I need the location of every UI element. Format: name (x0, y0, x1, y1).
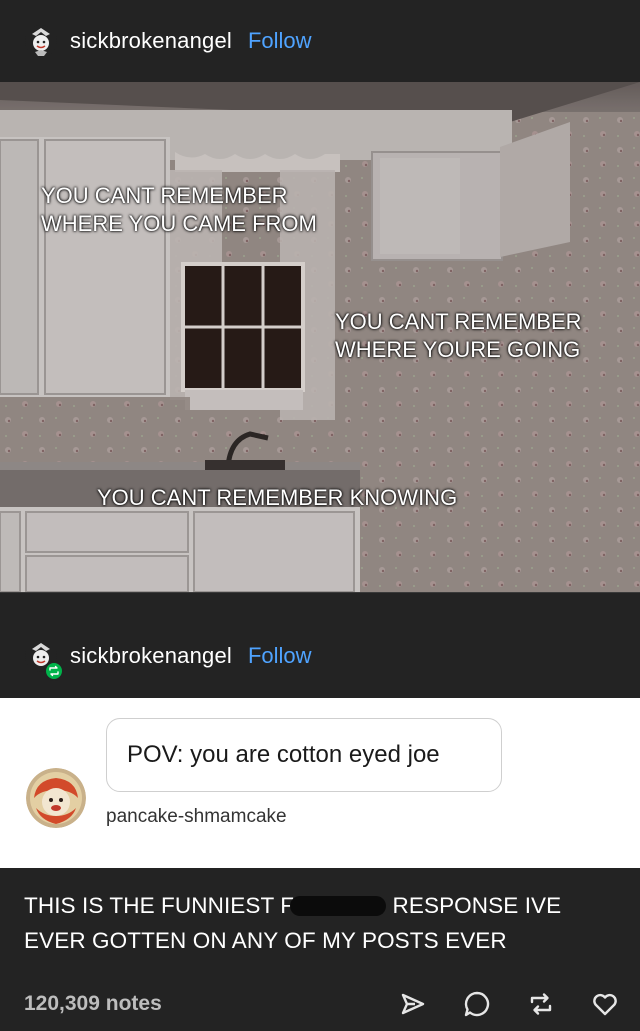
post-header: sickbrokenangel Follow (0, 0, 640, 82)
username[interactable]: sickbrokenangel (70, 643, 232, 669)
like-button[interactable] (590, 989, 620, 1019)
reblog-button[interactable] (526, 989, 556, 1019)
answer-line-1-start: THIS IS THE FUNNIEST F (24, 893, 295, 918)
post-image: YOU CANT REMEMBER WHERE YOU CAME FROM YO… (0, 82, 640, 592)
comment-button[interactable] (462, 989, 492, 1019)
reblog-small-icon (49, 665, 59, 677)
reblog-icon (530, 993, 552, 1015)
post-footer: 120,309 notes (24, 986, 620, 1022)
asker-avatar[interactable] (26, 768, 86, 828)
meme-caption-2: YOU CANT REMEMBER WHERE YOURE GOING (335, 309, 582, 362)
ask-box: POV: you are cotton eyed joe pancake-shm… (0, 698, 640, 868)
pancake-avatar-icon (26, 768, 86, 828)
ask-question: POV: you are cotton eyed joe (106, 718, 502, 792)
answer-line-1-end: RESPONSE IVE (392, 893, 562, 918)
censor-bar (290, 896, 387, 916)
follow-button[interactable]: Follow (248, 28, 312, 54)
notes-count[interactable]: 120,309 notes (24, 992, 398, 1016)
share-button[interactable] (398, 989, 428, 1019)
comment-icon (464, 991, 490, 1017)
answer-line-2: EVER GOTTEN ON ANY OF MY POSTS EVER (24, 928, 507, 953)
username[interactable]: sickbrokenangel (70, 28, 232, 54)
reblog-header: sickbrokenangel Follow (0, 614, 640, 698)
meme-caption-1: YOU CANT REMEMBER WHERE YOU CAME FROM (41, 183, 317, 236)
answer-text: THIS IS THE FUNNIEST F RESPONSE IVE EVER… (24, 888, 624, 958)
avatar[interactable] (24, 639, 64, 681)
asker-name[interactable]: pancake-shmamcake (106, 806, 287, 828)
tumblr-post: sickbrokenangel Follow YOU CANT REMEMBER… (0, 0, 640, 1031)
follow-button[interactable]: Follow (248, 643, 312, 669)
clown-avatar-icon (25, 25, 57, 57)
post-actions (398, 989, 620, 1019)
post-divider (0, 592, 640, 614)
share-icon (401, 993, 425, 1015)
avatar[interactable] (24, 24, 58, 58)
meme-caption-3: YOU CANT REMEMBER KNOWING (97, 485, 458, 510)
like-icon (593, 993, 617, 1016)
reblog-badge (44, 661, 64, 681)
